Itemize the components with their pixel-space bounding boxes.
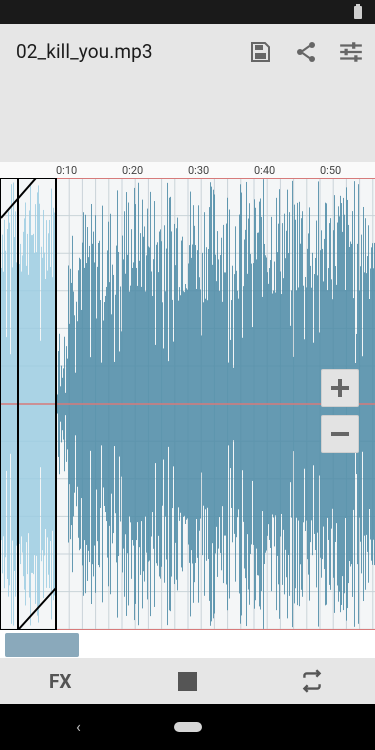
timeline-label: 0:40	[254, 164, 276, 177]
fx-button[interactable]: FX	[49, 670, 72, 693]
timeline-label: 0:20	[122, 164, 144, 177]
share-icon[interactable]	[292, 38, 320, 66]
timeline-ruler: 0:10 0:20 0:30 0:40 0:50	[0, 162, 375, 178]
save-icon[interactable]	[246, 38, 274, 66]
header-spacer	[0, 80, 375, 162]
battery-icon	[354, 4, 362, 19]
stop-icon[interactable]	[178, 672, 197, 691]
app-bar: 02_kill_you.mp3	[0, 24, 375, 80]
minus-icon	[331, 432, 349, 436]
scroll-thumb[interactable]	[5, 633, 79, 657]
waveform-editor[interactable]: 0:10 0:20 0:30 0:40 0:50	[0, 162, 375, 658]
status-bar	[0, 0, 375, 24]
zoom-in-button[interactable]	[321, 369, 359, 407]
back-button[interactable]: ‹	[76, 717, 81, 736]
android-nav-bar: ‹	[0, 704, 375, 750]
tune-icon[interactable]	[337, 38, 365, 66]
player-controls: FX	[0, 658, 375, 704]
timeline-label: 0:30	[188, 164, 210, 177]
home-button[interactable]	[174, 722, 202, 732]
scroll-track[interactable]	[0, 630, 375, 658]
timeline-label: 0:10	[56, 164, 78, 177]
file-title: 02_kill_you.mp3	[16, 40, 153, 63]
timeline-label: 0:50	[320, 164, 342, 177]
zoom-out-button[interactable]	[321, 415, 359, 453]
repeat-icon[interactable]	[299, 668, 325, 694]
waveform[interactable]	[0, 178, 375, 630]
plus-icon	[331, 379, 349, 397]
